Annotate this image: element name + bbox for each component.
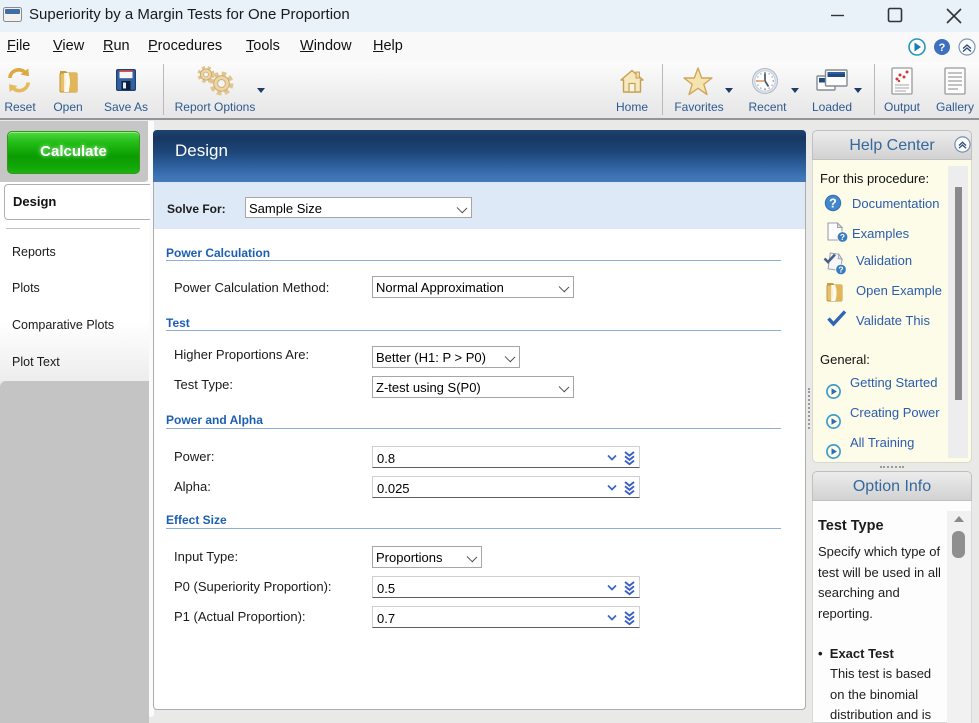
svg-text:?: ?: [840, 232, 845, 242]
svg-text:?: ?: [829, 197, 837, 211]
svg-text:?: ?: [838, 265, 843, 275]
svg-text:?: ?: [939, 42, 946, 54]
